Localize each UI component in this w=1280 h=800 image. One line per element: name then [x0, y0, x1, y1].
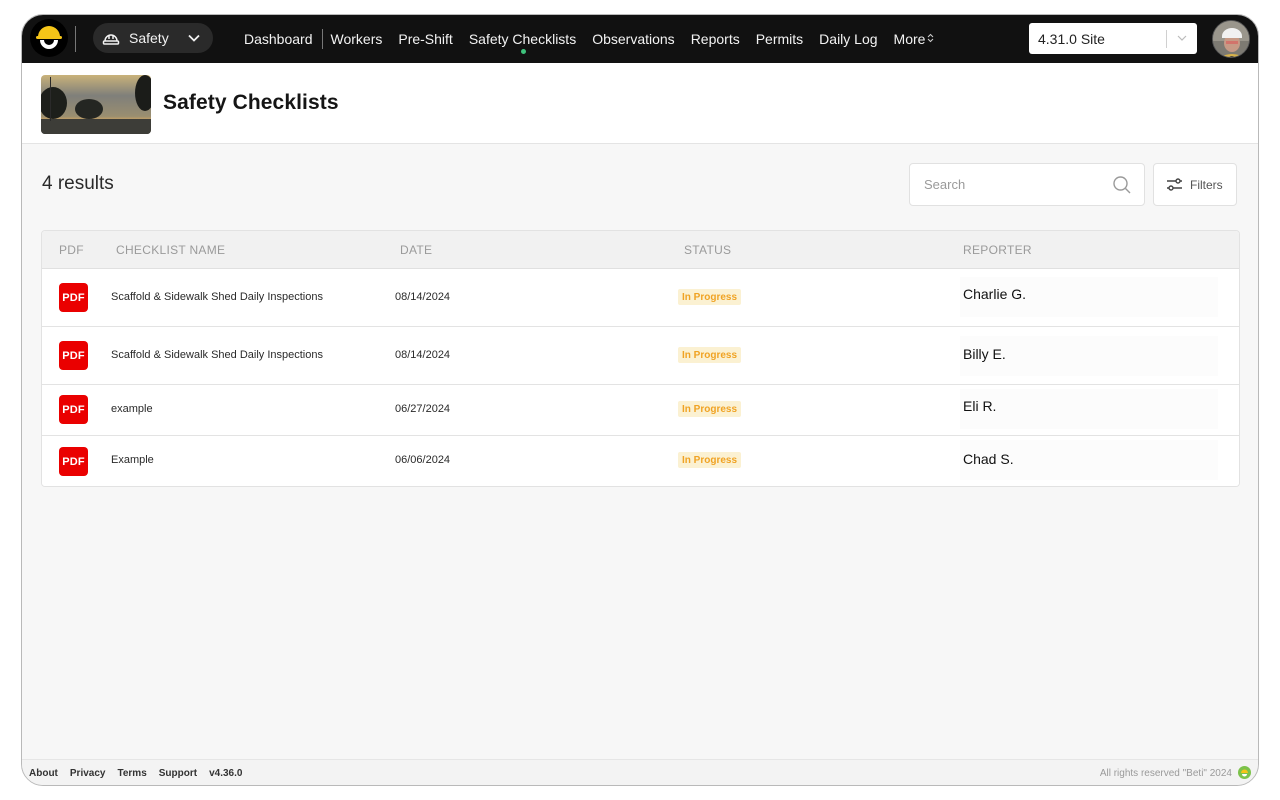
table-row[interactable]: PDF Scaffold & Sidewalk Shed Daily Inspe… [42, 269, 1239, 327]
nav-pre-shift-label: Pre-Shift [398, 31, 453, 47]
reporter-name: Charlie G. [963, 286, 1027, 302]
select-divider [1166, 30, 1167, 48]
checklist-date: 08/14/2024 [395, 291, 451, 303]
app-logo[interactable] [30, 19, 68, 57]
nav-observations[interactable]: Observations [584, 15, 682, 63]
reporter-cell [960, 389, 1218, 429]
page-title: Safety Checklists [163, 91, 339, 114]
active-indicator-dot [520, 49, 526, 54]
nav-safety-checklists-label: Safety Checklists [468, 31, 577, 47]
table-header: PDF CHECKLIST NAME DATE STATUS REPORTER [42, 231, 1239, 269]
nav-dashboard[interactable]: Dashboard [244, 15, 322, 63]
table-row[interactable]: PDF Example 06/06/2024 In Progress Chad … [42, 436, 1239, 486]
table-row[interactable]: PDF Scaffold & Sidewalk Shed Daily Inspe… [42, 327, 1239, 385]
up-down-chevron-icon [927, 33, 934, 46]
pdf-icon[interactable]: PDF [59, 447, 88, 476]
checklist-name: example [111, 403, 153, 415]
search-input[interactable] [924, 164, 1114, 205]
footer: About Privacy Terms Support v4.36.0 All … [22, 759, 1258, 785]
app-version: v4.36.0 [209, 768, 243, 779]
nav-more[interactable]: More [886, 15, 943, 63]
module-label: Safety [129, 30, 169, 46]
column-header-status[interactable]: STATUS [684, 243, 731, 257]
nav-reports-label: Reports [690, 31, 740, 47]
hard-hat-logo-icon [36, 26, 62, 49]
column-header-reporter[interactable]: REPORTER [963, 243, 1032, 257]
footer-link-privacy[interactable]: Privacy [70, 768, 106, 779]
page-header: Safety Checklists [22, 63, 1258, 144]
checklist-date: 06/06/2024 [395, 454, 451, 466]
search-field[interactable] [909, 163, 1145, 206]
reporter-name: Billy E. [963, 346, 1006, 362]
column-header-pdf[interactable]: PDF [59, 243, 84, 257]
checklist-date: 06/27/2024 [395, 403, 451, 415]
main-nav: Dashboard Workers Pre-Shift Safety Check… [244, 15, 942, 63]
user-photo [1213, 21, 1249, 57]
beti-logo-icon [1238, 766, 1251, 779]
module-switcher[interactable]: Safety [93, 23, 213, 53]
nav-workers-label: Workers [330, 31, 383, 47]
status-badge: In Progress [678, 289, 742, 305]
chevron-down-icon [188, 34, 200, 42]
pdf-icon[interactable]: PDF [59, 395, 88, 424]
nav-dashboard-label: Dashboard [244, 31, 313, 47]
app-window: Safety Dashboard Workers Pre-Shift Safet… [21, 14, 1259, 786]
nav-daily-log[interactable]: Daily Log [811, 15, 885, 63]
reporter-name: Eli R. [963, 398, 997, 414]
top-navigation-bar: Safety Dashboard Workers Pre-Shift Safet… [22, 15, 1258, 63]
reporter-name: Chad S. [963, 451, 1014, 467]
pdf-icon[interactable]: PDF [59, 283, 88, 312]
site-photo [41, 75, 151, 134]
table-row[interactable]: PDF example 06/27/2024 In Progress Eli R… [42, 385, 1239, 436]
site-thumbnail [41, 75, 151, 134]
checklist-date: 08/14/2024 [395, 349, 451, 361]
nav-reports[interactable]: Reports [683, 15, 748, 63]
hard-hat-icon [102, 34, 120, 45]
sliders-icon [1167, 178, 1182, 191]
filters-button[interactable]: Filters [1153, 163, 1237, 206]
nav-pre-shift[interactable]: Pre-Shift [390, 15, 460, 63]
results-count: 4 results [42, 173, 114, 194]
footer-link-support[interactable]: Support [159, 768, 197, 779]
checklist-name: Example [111, 454, 154, 466]
column-header-date[interactable]: DATE [400, 243, 432, 257]
footer-link-terms[interactable]: Terms [117, 768, 146, 779]
status-badge: In Progress [678, 452, 742, 468]
chevron-down-icon [1177, 35, 1187, 41]
copyright-text: All rights reserved "Beti" 2024 [1099, 768, 1232, 779]
nav-permits-label: Permits [755, 31, 804, 47]
nav-more-label: More [893, 31, 926, 47]
site-select-value: 4.31.0 Site [1038, 30, 1105, 47]
filters-label: Filters [1190, 177, 1223, 192]
checklist-name: Scaffold & Sidewalk Shed Daily Inspectio… [111, 349, 323, 361]
pdf-icon[interactable]: PDF [59, 341, 88, 370]
status-badge: In Progress [678, 347, 742, 363]
footer-links: About Privacy Terms Support v4.36.0 [29, 768, 242, 779]
logo-divider [75, 26, 76, 52]
column-header-checklist-name[interactable]: CHECKLIST NAME [116, 243, 225, 257]
nav-permits[interactable]: Permits [748, 15, 811, 63]
status-badge: In Progress [678, 401, 742, 417]
user-avatar[interactable] [1212, 20, 1250, 58]
checklists-table: PDF CHECKLIST NAME DATE STATUS REPORTER … [41, 230, 1240, 487]
footer-link-about[interactable]: About [29, 768, 58, 779]
nav-observations-label: Observations [592, 31, 675, 47]
nav-safety-checklists[interactable]: Safety Checklists [461, 15, 584, 63]
nav-daily-log-label: Daily Log [819, 31, 878, 47]
nav-workers[interactable]: Workers [323, 15, 391, 63]
search-icon[interactable] [1112, 175, 1132, 195]
checklist-name: Scaffold & Sidewalk Shed Daily Inspectio… [111, 291, 323, 303]
site-select[interactable]: 4.31.0 Site [1029, 23, 1197, 54]
